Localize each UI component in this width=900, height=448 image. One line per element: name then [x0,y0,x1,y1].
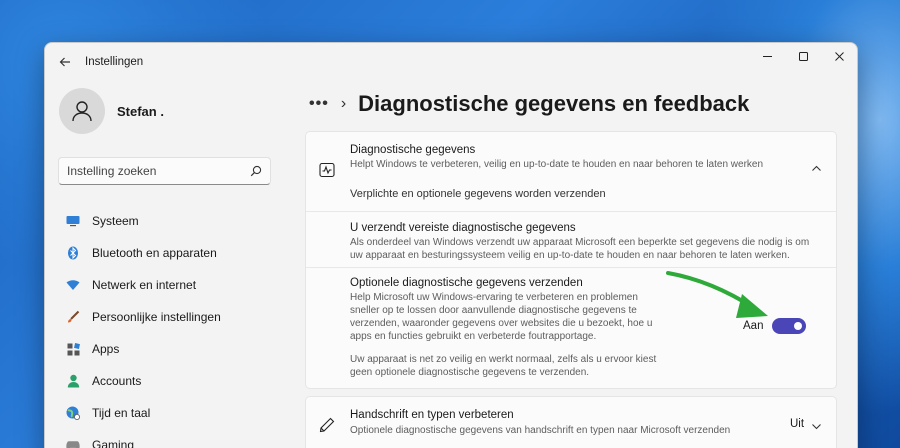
minimize-icon [762,55,772,57]
sidebar-item-label: Tijd en taal [92,406,151,420]
avatar [59,88,105,134]
user-profile[interactable]: Stefan . [45,81,295,141]
chevron-up-icon[interactable] [811,163,822,174]
breadcrumb: ••• › Diagnostische gegevens en feedback [303,83,857,125]
handwriting-card[interactable]: Handschrift en typen verbeteren Optionel… [305,396,837,448]
sidebar-item-apps[interactable]: Apps [45,333,295,365]
bluetooth-icon [66,246,80,260]
optional-data-toggle[interactable] [772,318,806,334]
maximize-button[interactable] [785,43,821,69]
handwriting-title: Handschrift en typen verbeteren [350,409,514,421]
required-data-section: U verzendt vereiste diagnostische gegeve… [306,212,836,268]
diagnostics-card: Diagnostische gegevens Helpt Windows te … [305,131,837,389]
search-icon[interactable] [250,165,262,177]
wifi-icon [66,278,80,292]
person-icon [72,101,92,122]
optional-description-line: Help Microsoft uw Windows-ervaring te ve… [350,292,638,303]
toggle-knob [794,322,802,330]
back-button[interactable] [47,43,83,81]
main-content: ••• › Diagnostische gegevens en feedback… [303,81,857,448]
annotation-arrow-icon [666,271,768,318]
pen-icon [319,417,335,433]
monitor-icon [66,214,80,228]
search-input[interactable] [67,164,250,178]
optional-description-line: apps en functies gebruikt en verbeterde … [350,331,597,342]
close-icon [834,51,844,61]
app-title: Instellingen [85,56,144,68]
optional-note-line: geen optionele diagnostische gegevens te… [350,367,590,378]
sidebar-item-systeem[interactable]: Systeem [45,205,295,237]
sidebar-item-accounts[interactable]: Accounts [45,365,295,397]
sidebar-item-label: Netwerk en internet [92,278,197,292]
chevron-right-icon: › [340,95,347,112]
minimize-button[interactable] [749,43,785,69]
chevron-down-icon[interactable] [811,421,822,432]
back-arrow-icon [59,57,70,67]
sidebar-nav: Systeem Bluetooth en apparaten Netwerk e… [45,205,295,448]
sidebar-item-label: Systeem [92,214,139,228]
optional-title: Optionele diagnostische gegevens verzend… [350,277,583,289]
search-box[interactable] [58,157,271,185]
title-bar: Instellingen [45,43,857,81]
sidebar-item-label: Gaming [92,438,135,448]
person-icon [66,374,80,388]
required-description-line: Als onderdeel van Windows verzendt uw ap… [350,237,810,248]
gamepad-icon [66,438,80,448]
optional-description-line: sneller op te lossen door aanvullende di… [350,305,637,316]
diagnostics-status: Verplichte en optionele gegevens worden … [350,188,606,200]
required-title: U verzendt vereiste diagnostische gegeve… [350,222,576,234]
page-title: Diagnostische gegevens en feedback [358,91,750,116]
maximize-icon [798,51,808,61]
sidebar-item-label: Bluetooth en apparaten [92,246,217,260]
activity-chart-icon [319,162,335,178]
sidebar-item-label: Apps [92,342,120,356]
breadcrumb-overflow-button[interactable]: ••• [309,95,329,113]
sidebar-item-bluetooth[interactable]: Bluetooth en apparaten [45,237,295,269]
sidebar-item-label: Persoonlijke instellingen [92,310,221,324]
brush-icon [66,310,80,324]
optional-data-section: Optionele diagnostische gegevens verzend… [306,268,836,390]
handwriting-subtitle: Optionele diagnostische gegevens van han… [350,425,731,436]
sidebar-item-persoonlijk[interactable]: Persoonlijke instellingen [45,301,295,333]
sidebar-item-gaming[interactable]: Gaming [45,429,295,448]
close-button[interactable] [821,43,857,69]
sidebar-item-label: Accounts [92,374,142,388]
apps-icon [66,342,80,356]
globe-clock-icon [66,406,80,420]
diagnostics-subtitle: Helpt Windows te verbeteren, veilig en u… [350,159,764,170]
sidebar-item-netwerk[interactable]: Netwerk en internet [45,269,295,301]
optional-description-line: verzenden, waaronder gegevens over websi… [350,318,653,329]
window-controls [749,43,857,69]
sidebar-item-tijd[interactable]: Tijd en taal [45,397,295,429]
sidebar: Stefan . Systeem Bluetooth en apparaten [45,81,295,448]
settings-window: Instellingen Stefan . Instelling zoeken … [44,42,858,448]
handwriting-value: Uit [790,418,805,430]
user-name: Stefan . [117,103,164,119]
optional-note-line: Uw apparaat is net zo veilig en werkt no… [350,354,657,365]
diagnostics-title: Diagnostische gegevens [350,144,476,156]
diagnostics-header[interactable]: Diagnostische gegevens Helpt Windows te … [306,132,836,212]
required-description-line: uw apparaat en besturingssysteem veilig … [350,249,790,261]
toggle-state-label: Aan [743,320,764,332]
